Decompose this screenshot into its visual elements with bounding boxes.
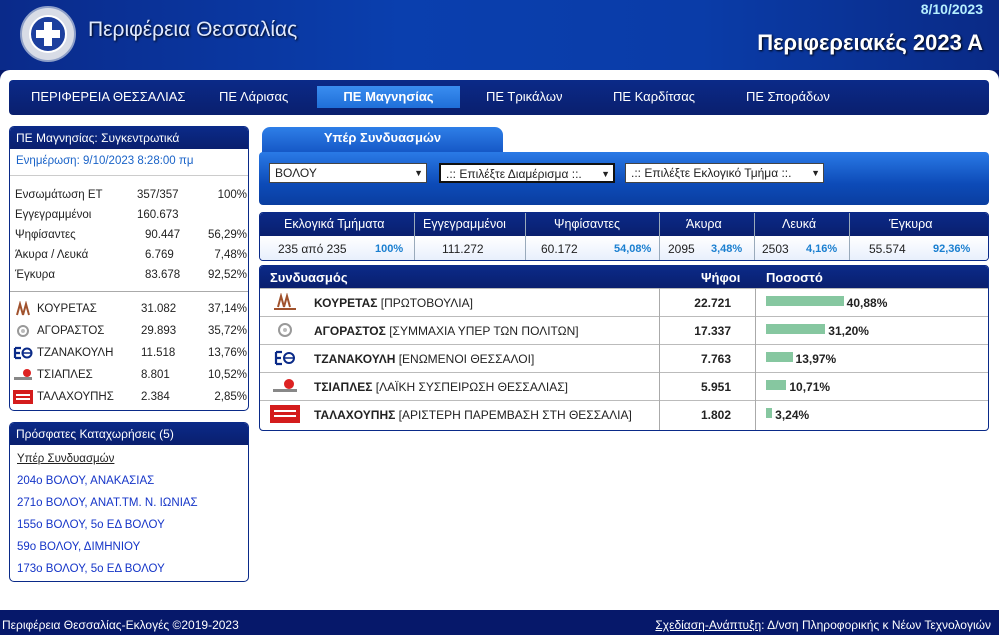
candidate-row: ΤΣΙΑΠΛΕΣ 8.801 10,52%	[13, 367, 247, 385]
stats-header-cell: Άκυρα	[686, 217, 722, 231]
recent-item-link[interactable]: 173ο ΒΟΛΟΥ, 5ο ΕΔ ΒΟΛΟΥ	[17, 563, 165, 575]
main-nav: ΠΕΡΙΦΕΡΕΙΑ ΘΕΣΣΑΛΙΑΣ ΠΕ Λάρισας ΠΕ Μαγνη…	[9, 80, 989, 115]
results-header-cell: Ψήφοι	[701, 270, 741, 285]
candidate-row: ΚΟΥΡΕΤΑΣ 31.082 37,14%	[13, 301, 247, 319]
divider	[755, 288, 756, 430]
recent-item-link[interactable]: 271ο ΒΟΛΟΥ, ΑΝΑΤ.ΤΜ. Ν. ΙΩΝΙΑΣ	[17, 497, 198, 509]
footer-credit: Σχεδίαση-Ανάπτυξη: Δ/νση Πληροφορικής κ …	[655, 618, 991, 632]
enomenoi-logo-icon	[274, 350, 295, 366]
result-bar	[766, 380, 787, 390]
stats-header-cell: Λευκά	[782, 217, 817, 231]
table-row: ΤΖΑΝΑΚΟΥΛΗ [ΕΝΩΜΕΝΟΙ ΘΕΣΣΑΛΟΙ] 7.763 13,…	[260, 344, 988, 372]
table-row: ΤΑΛΑΧΟΥΠΗΣ [ΑΡΙΣΤΕΡΗ ΠΑΡΕΜΒΑΣΗ ΣΤΗ ΘΕΣΣΑ…	[260, 400, 988, 428]
nav-item-trikala[interactable]: ΠΕ Τρικάλων	[486, 89, 562, 104]
section-select[interactable]: .:: Επιλέξτε Εκλογικό Τμήμα ::. ▼	[625, 163, 824, 183]
results-table: Συνδυασμός Ψήφοι Ποσοστό ΚΟΥΡΕΤΑΣ [ΠΡΩΤΟ…	[259, 265, 989, 431]
aristeri-paremvasi-logo-icon	[270, 405, 300, 423]
candidate-row: ΤΖΑΝΑΚΟΥΛΗ 11.518 13,76%	[13, 345, 247, 363]
laiki-syspeirosi-logo-icon	[14, 369, 32, 380]
chevron-down-icon: ▼	[811, 168, 820, 178]
summary-row: Ενσωμάτωση ΕΤ 357/357 100%	[15, 189, 247, 201]
candidate-row: ΑΓΟΡΑΣΤΟΣ 29.893 35,72%	[13, 323, 247, 341]
chevron-down-icon: ▼	[414, 168, 423, 178]
stats-value: 55.574	[869, 242, 906, 256]
divider	[659, 288, 660, 430]
protovoulia-logo-icon	[16, 301, 30, 316]
table-row: ΑΓΟΡΑΣΤΟΣ [ΣΥΜΜΑΧΙΑ ΥΠΕΡ ΤΩΝ ΠΟΛΙΤΩΝ] 17…	[260, 316, 988, 344]
table-row: ΤΣΙΑΠΛΕΣ [ΛΑΪΚΗ ΣΥΣΠΕΙΡΩΣΗ ΘΕΣΣΑΛΙΑΣ] 5.…	[260, 372, 988, 400]
summary-row: Ψηφίσαντες 90.447 56,29%	[15, 229, 247, 241]
divider	[659, 213, 660, 260]
recent-item-link[interactable]: 155ο ΒΟΛΟΥ, 5ο ΕΔ ΒΟΛΟΥ	[17, 519, 165, 531]
election-title: Περιφερειακές 2023 Α	[757, 30, 983, 55]
result-bar	[766, 408, 773, 418]
main-content: ΠΕΡΙΦΕΡΕΙΑ ΘΕΣΣΑΛΙΑΣ ΠΕ Λάρισας ΠΕ Μαγνη…	[0, 70, 999, 610]
table-row: ΚΟΥΡΕΤΑΣ [ΠΡΩΤΟΒΟΥΛΙΑ] 22.721 40,88%	[260, 288, 988, 316]
summary-panel: ΠΕ Μαγνησίας: Συγκεντρωτικά Ενημέρωση: 9…	[9, 126, 249, 411]
nav-item-magnesia[interactable]: ΠΕ Μαγνησίας	[317, 86, 460, 108]
laiki-syspeirosi-logo-icon	[273, 379, 297, 392]
chevron-down-icon: ▼	[601, 169, 610, 179]
stats-value: 235 από 235	[278, 242, 347, 256]
stats-table: Εκλογικά Τμήματα Εγγεγραμμένοι Ψηφίσαντε…	[259, 212, 989, 261]
region-logo-icon	[20, 6, 76, 62]
stats-value: 2095	[668, 242, 695, 256]
stats-header-cell: Έγκυρα	[889, 217, 933, 231]
results-header: Συνδυασμός Ψήφοι Ποσοστό	[260, 266, 988, 288]
stats-pct: 3,48%	[711, 243, 743, 255]
tab-combinations[interactable]: Υπέρ Συνδυασμών	[262, 127, 503, 154]
stats-header-cell: Εγγεγραμμένοι	[423, 217, 506, 231]
divider	[849, 213, 850, 260]
divider	[754, 213, 755, 260]
nav-item-larisa[interactable]: ΠΕ Λάρισας	[219, 89, 288, 104]
divider	[525, 213, 526, 260]
result-bar	[766, 296, 844, 306]
page-header: Περιφέρεια Θεσσαλίας 8/10/2023 Περιφερει…	[0, 0, 999, 70]
stats-values: 235 από 235 100% 111.272 60.172 54,08% 209…	[260, 236, 988, 260]
update-time: Ενημέρωση: 9/10/2023 8:28:00 πμ	[10, 149, 248, 176]
stats-pct: 4,16%	[806, 243, 838, 255]
result-bar	[766, 324, 826, 334]
recent-item-link[interactable]: 59ο ΒΟΛΟΥ, ΔΙΜΗΝΙΟΥ	[17, 541, 140, 553]
stats-pct: 92,36%	[933, 243, 971, 255]
stats-pct: 54,08%	[614, 243, 652, 255]
recent-item-link[interactable]: 204ο ΒΟΛΟΥ, ΑΝΑΚΑΣΙΑΣ	[17, 475, 154, 487]
divider	[414, 213, 415, 260]
results-header-cell: Συνδυασμός	[270, 270, 348, 285]
recent-title: Πρόσφατες Καταχωρήσεις (5)	[10, 423, 248, 445]
aristeri-paremvasi-logo-icon	[13, 390, 33, 404]
district-select[interactable]: .:: Επιλέξτε Διαμέρισμα ::. ▼	[439, 163, 615, 183]
summary-row: Έγκυρα 83.678 92,52%	[15, 269, 247, 281]
nav-item-sporades[interactable]: ΠΕ Σποράδων	[746, 89, 830, 104]
footer-copyright: Περιφέρεια Θεσσαλίας-Εκλογές ©2019-2023	[2, 618, 239, 632]
election-date: 8/10/2023	[920, 1, 983, 17]
symmaxia-logo-icon	[278, 323, 292, 337]
results-header-cell: Ποσοστό	[766, 270, 823, 285]
candidate-row: ΤΑΛΑΧΟΥΠΗΣ 2.384 2,85%	[13, 389, 247, 407]
stats-value: 60.172	[541, 242, 578, 256]
filter-bar: ΒΟΛΟΥ ▼ .:: Επιλέξτε Διαμέρισμα ::. ▼ .:: …	[259, 152, 989, 205]
symmaxia-logo-icon	[17, 325, 29, 337]
divider	[10, 291, 248, 292]
stats-value: 111.272	[442, 242, 484, 256]
result-bar	[766, 352, 793, 362]
site-brand[interactable]: Περιφέρεια Θεσσαλίας	[88, 18, 297, 42]
municipality-select[interactable]: ΒΟΛΟΥ ▼	[269, 163, 427, 183]
page-footer: Περιφέρεια Θεσσαλίας-Εκλογές ©2019-2023 …	[0, 610, 999, 635]
nav-item-region[interactable]: ΠΕΡΙΦΕΡΕΙΑ ΘΕΣΣΑΛΙΑΣ	[31, 89, 185, 104]
stats-header: Εκλογικά Τμήματα Εγγεγραμμένοι Ψηφίσαντε…	[260, 213, 988, 236]
summary-row: Εγγεγραμμένοι 160.673	[15, 209, 179, 221]
summary-row: Άκυρα / Λευκά 6.769 7,48%	[15, 249, 247, 261]
stats-header-cell: Εκλογικά Τμήματα	[284, 217, 385, 231]
stats-header-cell: Ψηφίσαντες	[554, 217, 621, 231]
stats-value: 2503	[762, 242, 789, 256]
summary-title: ΠΕ Μαγνησίας: Συγκεντρωτικά	[10, 127, 248, 149]
stats-pct: 100%	[375, 243, 404, 255]
footer-credit-link[interactable]: Σχεδίαση-Ανάπτυξη	[655, 618, 761, 632]
protovoulia-logo-icon	[274, 293, 296, 310]
recent-subtitle: Υπέρ Συνδυασμών	[17, 453, 115, 465]
enomenoi-logo-icon	[13, 346, 33, 360]
nav-item-karditsa[interactable]: ΠΕ Καρδίτσας	[613, 89, 695, 104]
recent-panel: Πρόσφατες Καταχωρήσεις (5) Υπέρ Συνδυασμ…	[9, 422, 249, 582]
